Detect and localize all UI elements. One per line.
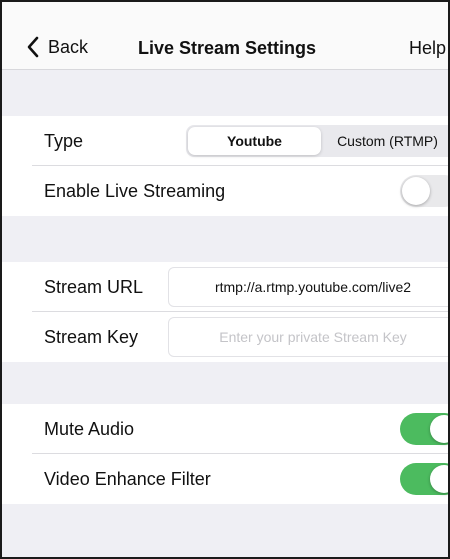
section-spacer bbox=[2, 362, 448, 404]
enable-live-streaming-label: Enable Live Streaming bbox=[44, 180, 226, 201]
video-enhance-filter-toggle[interactable] bbox=[400, 463, 448, 495]
stream-url-row: Stream URL bbox=[2, 262, 448, 312]
type-segmented-control: Youtube Custom (RTMP) bbox=[186, 125, 448, 157]
section-spacer bbox=[2, 70, 448, 116]
stream-key-input[interactable] bbox=[168, 317, 448, 357]
type-row: Type Youtube Custom (RTMP) bbox=[2, 116, 448, 166]
navigation-bar: Back Live Stream Settings Help bbox=[2, 2, 448, 70]
enable-live-streaming-toggle[interactable] bbox=[400, 175, 448, 207]
segment-custom-rtmp[interactable]: Custom (RTMP) bbox=[321, 127, 448, 155]
stream-url-input[interactable] bbox=[168, 267, 448, 307]
mute-audio-row: Mute Audio bbox=[2, 404, 448, 454]
enable-live-streaming-row: Enable Live Streaming bbox=[2, 166, 448, 216]
help-button[interactable]: Help bbox=[409, 38, 446, 59]
page-title: Live Stream Settings bbox=[137, 38, 317, 58]
video-enhance-filter-row: Video Enhance Filter bbox=[2, 454, 448, 504]
toggle-knob bbox=[430, 465, 448, 493]
toggle-knob bbox=[430, 415, 448, 443]
mute-audio-toggle[interactable] bbox=[400, 413, 448, 445]
section-spacer bbox=[2, 504, 448, 557]
segment-youtube[interactable]: Youtube bbox=[188, 127, 321, 155]
stream-key-label: Stream Key bbox=[44, 326, 139, 347]
video-enhance-filter-label: Video Enhance Filter bbox=[44, 468, 211, 489]
type-label: Type bbox=[44, 130, 84, 151]
settings-screen: Back Live Stream Settings Help Type Yout… bbox=[0, 0, 450, 559]
mute-audio-label: Mute Audio bbox=[44, 418, 135, 439]
section-spacer bbox=[2, 216, 448, 262]
stream-key-row: Stream Key bbox=[2, 312, 448, 362]
stream-url-label: Stream URL bbox=[44, 276, 144, 297]
toggle-knob bbox=[402, 177, 430, 205]
